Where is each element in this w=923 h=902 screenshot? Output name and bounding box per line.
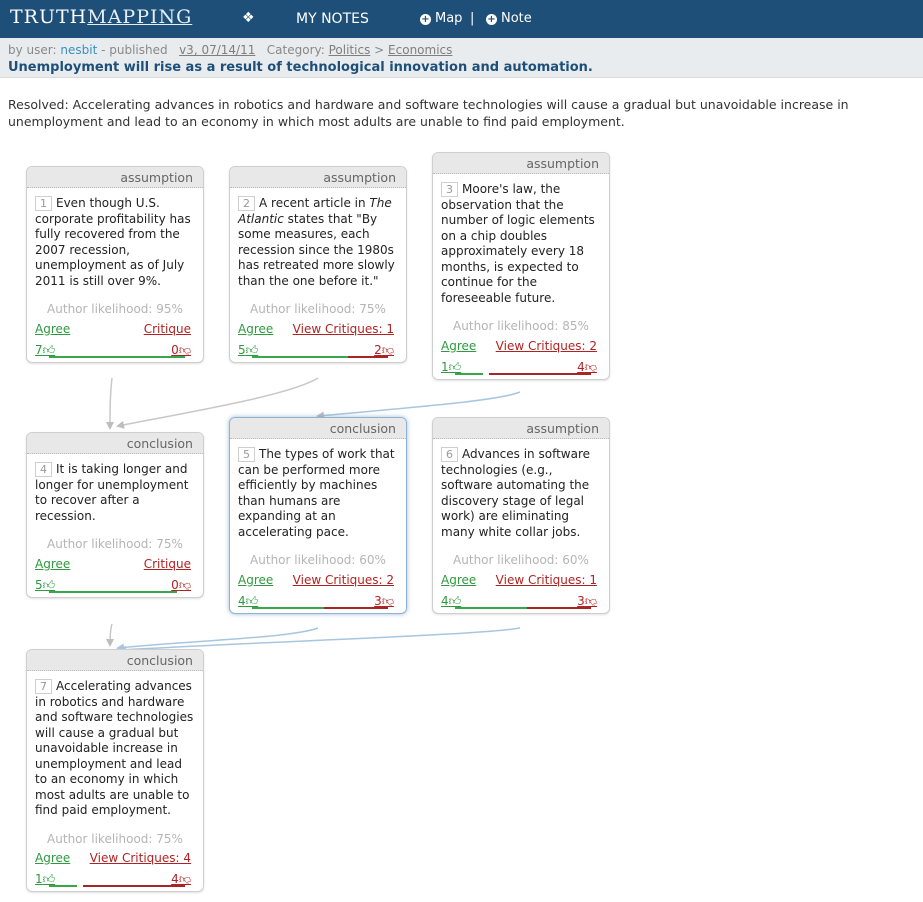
argument-card-5[interactable]: conclusion 5 The types of work that can b… bbox=[229, 417, 407, 614]
author-likelihood: Author likelihood: 85% bbox=[453, 319, 589, 333]
thumbs-down-icon: 👎︎ bbox=[178, 342, 191, 357]
agree-bar bbox=[455, 606, 527, 609]
card-type-label: conclusion bbox=[27, 650, 203, 671]
agree-link[interactable]: Agree bbox=[35, 851, 70, 867]
thumbs-up-icon: 👍︎ bbox=[448, 593, 462, 608]
author-likelihood: Author likelihood: 75% bbox=[47, 537, 183, 551]
agree-link[interactable]: Agree bbox=[35, 557, 70, 573]
card-type-label: assumption bbox=[433, 153, 609, 174]
agree-link[interactable]: Agree bbox=[238, 322, 273, 338]
card-number: 2 bbox=[238, 196, 255, 211]
card-number: 4 bbox=[35, 462, 52, 477]
disagree-bar bbox=[83, 885, 185, 887]
card-text: 6 Advances in software technologies (e.g.… bbox=[441, 447, 591, 539]
thumbs-down-icon: 👎︎ bbox=[178, 577, 191, 592]
disagree-count[interactable]: 2👎︎ bbox=[374, 343, 394, 359]
card-text: 7 Accelerating advances in robotics and h… bbox=[35, 679, 194, 817]
argument-card-2[interactable]: assumption 2A recent article in The Atla… bbox=[229, 166, 407, 363]
card-number: 1 bbox=[35, 196, 52, 211]
card-type-label: assumption bbox=[230, 167, 406, 188]
argument-card-6[interactable]: assumption 6 Advances in software technol… bbox=[432, 417, 610, 614]
disagree-bar bbox=[489, 372, 591, 375]
disagree-count[interactable]: 3👎︎ bbox=[374, 594, 394, 610]
connector-3-to-5 bbox=[316, 391, 521, 420]
connector-6-to-7 bbox=[118, 627, 521, 654]
thumbs-down-icon: 👎︎ bbox=[381, 593, 394, 608]
card-text: 2A recent article in The Atlantic states… bbox=[238, 196, 395, 288]
author-likelihood: Author likelihood: 95% bbox=[47, 302, 183, 316]
agree-link[interactable]: Agree bbox=[441, 573, 476, 589]
author-likelihood: Author likelihood: 75% bbox=[47, 831, 183, 846]
disagree-count[interactable]: 4👎︎ bbox=[171, 872, 191, 888]
thumbs-up-icon: 👍︎ bbox=[245, 593, 259, 608]
view-critiques-link[interactable]: View Critiques: 2 bbox=[293, 573, 394, 589]
author-likelihood: Author likelihood: 60% bbox=[453, 553, 589, 567]
card-text: 3 Moore's law, the observation that the n… bbox=[441, 182, 595, 305]
connector-1-to-4 bbox=[106, 377, 115, 430]
thumbs-down-icon: 👎︎ bbox=[584, 359, 597, 374]
author-likelihood: Author likelihood: 75% bbox=[250, 302, 386, 316]
thumbs-down-icon: 👎︎ bbox=[584, 593, 597, 608]
agree-link[interactable]: Agree bbox=[35, 322, 70, 338]
argument-card-7[interactable]: conclusion 7 Accelerating advances in rob… bbox=[26, 649, 204, 892]
card-number: 6 bbox=[441, 447, 458, 462]
card-text: 1 Even though U.S. corporate profitabilit… bbox=[35, 196, 191, 288]
argument-card-4[interactable]: conclusion 4 It is taking longer and long… bbox=[26, 432, 204, 598]
thumbs-down-icon: 👎︎ bbox=[381, 342, 394, 357]
card-type-label: conclusion bbox=[230, 418, 406, 439]
card-text: 5 The types of work that can be performed… bbox=[238, 447, 395, 539]
agree-link[interactable]: Agree bbox=[441, 339, 476, 355]
agree-link[interactable]: Agree bbox=[238, 573, 273, 589]
argument-card-3[interactable]: assumption 3 Moore's law, the observation… bbox=[432, 152, 610, 380]
view-critiques-link[interactable]: View Critiques: 1 bbox=[293, 322, 394, 338]
thumbs-down-icon: 👎︎ bbox=[178, 872, 191, 886]
critique-link[interactable]: Critique bbox=[144, 557, 191, 573]
thumbs-up-icon: 👍︎ bbox=[448, 359, 462, 374]
card-number: 3 bbox=[441, 182, 458, 197]
argument-card-1[interactable]: assumption 1 Even though U.S. corporate p… bbox=[26, 166, 204, 363]
disagree-count[interactable]: 0👎︎ bbox=[171, 343, 191, 359]
agree-bar bbox=[252, 606, 324, 609]
agree-bar bbox=[49, 355, 185, 358]
card-number: 5 bbox=[238, 447, 255, 462]
card-type-label: assumption bbox=[433, 418, 609, 439]
thumbs-up-icon: 👍︎ bbox=[42, 577, 56, 592]
agree-bar bbox=[49, 885, 77, 887]
thumbs-up-icon: 👍︎ bbox=[42, 342, 56, 357]
agree-bar bbox=[455, 372, 483, 375]
card-type-label: conclusion bbox=[27, 433, 203, 454]
thumbs-up-icon: 👍︎ bbox=[42, 872, 56, 886]
view-critiques-link[interactable]: View Critiques: 1 bbox=[496, 573, 597, 589]
agree-bar bbox=[252, 355, 348, 358]
connector-4-to-7 bbox=[106, 623, 115, 647]
disagree-count[interactable]: 4👎︎ bbox=[577, 360, 597, 376]
view-critiques-link[interactable]: View Critiques: 2 bbox=[496, 339, 597, 355]
agree-bar bbox=[49, 590, 177, 593]
critique-link[interactable]: Critique bbox=[144, 322, 191, 338]
disagree-count[interactable]: 3👎︎ bbox=[577, 594, 597, 610]
card-text: 4 It is taking longer and longer for unem… bbox=[35, 462, 189, 523]
disagree-count[interactable]: 0👎︎ bbox=[171, 578, 191, 594]
card-type-label: assumption bbox=[27, 167, 203, 188]
view-critiques-link[interactable]: View Critiques: 4 bbox=[90, 851, 191, 867]
author-likelihood: Author likelihood: 60% bbox=[250, 553, 386, 567]
thumbs-up-icon: 👍︎ bbox=[245, 342, 259, 357]
card-number: 7 bbox=[35, 679, 52, 694]
